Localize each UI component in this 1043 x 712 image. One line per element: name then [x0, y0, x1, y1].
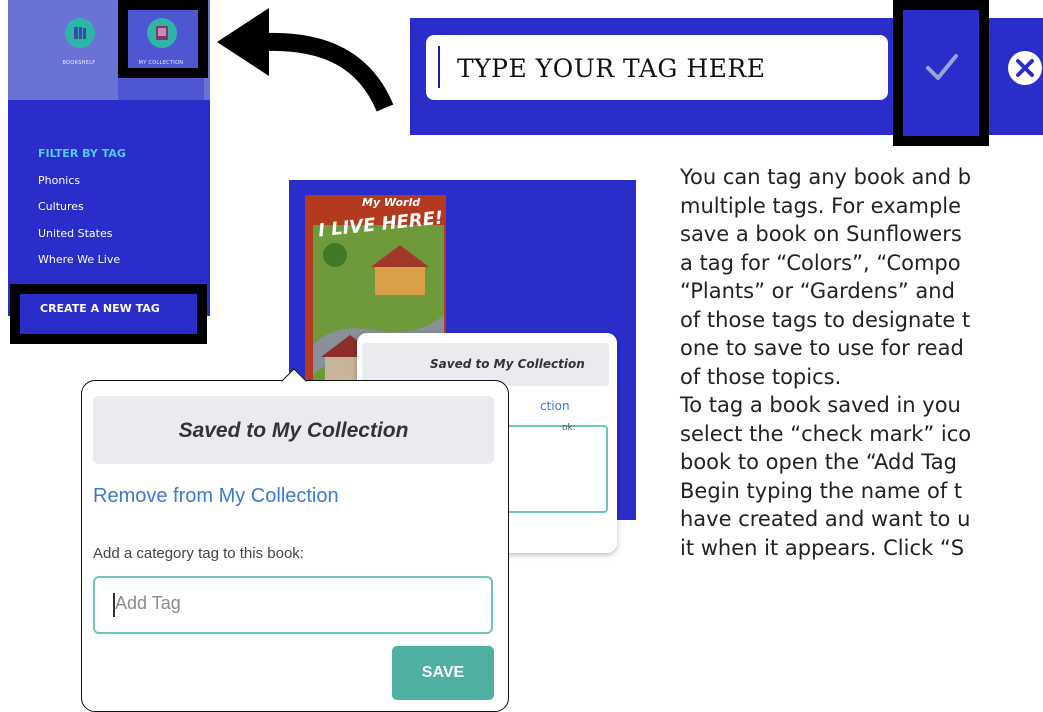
instruction-line: Begin typing the name of t — [680, 478, 963, 503]
tab-bookshelf[interactable]: BOOKSHELF — [36, 0, 122, 100]
instruction-line: “Plants” or “Gardens” and — [680, 279, 955, 303]
instruction-line: To tag a book saved in you — [680, 393, 961, 417]
instruction-line: You can tag any book and b — [680, 165, 972, 189]
instruction-line: multiple tags. For example — [680, 193, 962, 218]
add-tag-label: Add a category tag to this book: — [93, 545, 304, 562]
save-button[interactable]: SAVE — [392, 646, 494, 700]
curved-arrow-icon — [217, 8, 394, 112]
instruction-line: a tag for “Colors”, “Compo — [680, 250, 961, 275]
instruction-line: one to save to use for read — [680, 336, 964, 360]
tag-item-cultures[interactable]: Cultures — [38, 200, 84, 213]
instruction-line: have created and want to u — [680, 507, 971, 531]
small-add-tag-label: ok: — [562, 423, 576, 433]
book-series-title: My World — [362, 196, 421, 209]
instruction-line: select the “check mark” ico — [680, 421, 972, 446]
text-cursor — [438, 46, 440, 88]
tag-input-text: TYPE YOUR TAG HERE — [457, 54, 766, 83]
small-remove-link[interactable]: ction — [540, 399, 570, 413]
tag-item-where-we-live[interactable]: Where We Live — [38, 253, 120, 266]
close-icon[interactable] — [1007, 50, 1043, 86]
instruction-line: of those tags to designate t — [680, 307, 971, 332]
tab-bookshelf-label: BOOKSHELF — [62, 60, 96, 66]
highlight-box-my-collection — [118, 0, 208, 78]
add-tag-placeholder: Add Tag — [115, 593, 181, 613]
bookshelf-icon — [65, 18, 95, 48]
small-saved-text: Saved to My Collection — [430, 357, 585, 371]
instruction-line: book to open the “Add Tag — [680, 450, 957, 474]
remove-from-collection-link[interactable]: Remove from My Collection — [93, 485, 339, 508]
instructions-text: You can tag any book and b multiple tags… — [680, 163, 1043, 562]
create-new-tag-label: CREATE A NEW TAG — [40, 302, 160, 315]
instruction-line: it when it appears. Click “S — [680, 535, 965, 560]
saved-to-collection-text: Saved to My Collection — [178, 419, 409, 442]
screenshot-canvas: BOOKSHELF MY COLLECTION FILTER BY TAG Ph… — [0, 0, 1043, 712]
instruction-line: of those topics. — [680, 364, 842, 389]
tag-item-united-states[interactable]: United States — [38, 227, 113, 240]
tag-item-phonics[interactable]: Phonics — [38, 174, 80, 187]
filter-by-tag-heading: FILTER BY TAG — [38, 147, 126, 160]
check-icon — [926, 54, 958, 80]
instruction-line: save a book on Sunflowers — [680, 222, 962, 246]
